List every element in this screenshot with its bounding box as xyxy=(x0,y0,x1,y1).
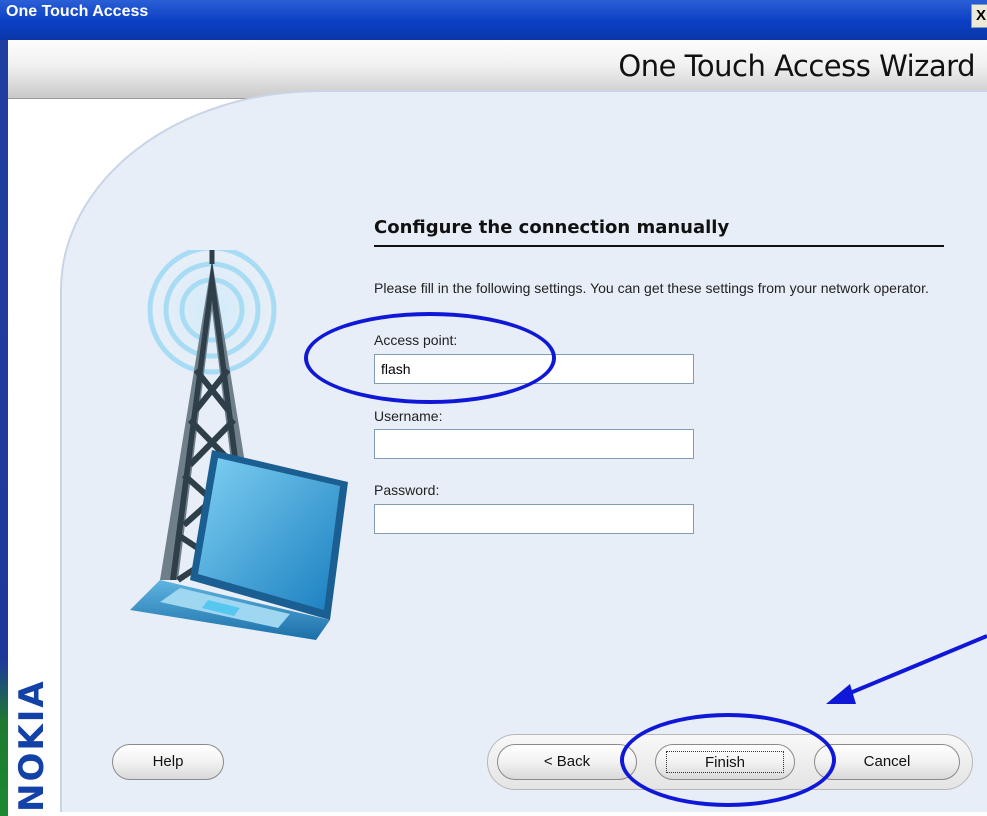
cancel-button[interactable]: Cancel xyxy=(814,744,960,780)
username-input[interactable] xyxy=(374,429,694,459)
nokia-logo: NOKIA xyxy=(12,679,52,812)
wizard-window: One Touch Access X One Touch Access Wiza… xyxy=(0,0,987,816)
close-button[interactable]: X xyxy=(971,4,987,28)
password-label: Password: xyxy=(374,482,440,498)
wizard-title: One Touch Access Wizard xyxy=(618,49,975,83)
back-button[interactable]: < Back xyxy=(497,744,637,780)
finish-focus-ring: Finish xyxy=(666,751,784,773)
window-title: One Touch Access xyxy=(6,3,149,20)
username-label: Username: xyxy=(374,408,443,424)
help-button[interactable]: Help xyxy=(112,744,224,780)
section-title: Configure the connection manually xyxy=(374,217,730,238)
cell-tower-laptop-icon xyxy=(130,250,348,640)
password-input[interactable] xyxy=(374,504,694,534)
access-point-label: Access point: xyxy=(374,332,458,348)
access-point-input[interactable] xyxy=(374,354,694,384)
finish-button[interactable]: Finish xyxy=(655,744,795,780)
title-bar[interactable]: One Touch Access X xyxy=(0,0,987,40)
instructions-text: Please fill in the following settings. Y… xyxy=(374,280,929,296)
section-divider xyxy=(374,245,944,247)
left-stripe xyxy=(0,40,8,816)
